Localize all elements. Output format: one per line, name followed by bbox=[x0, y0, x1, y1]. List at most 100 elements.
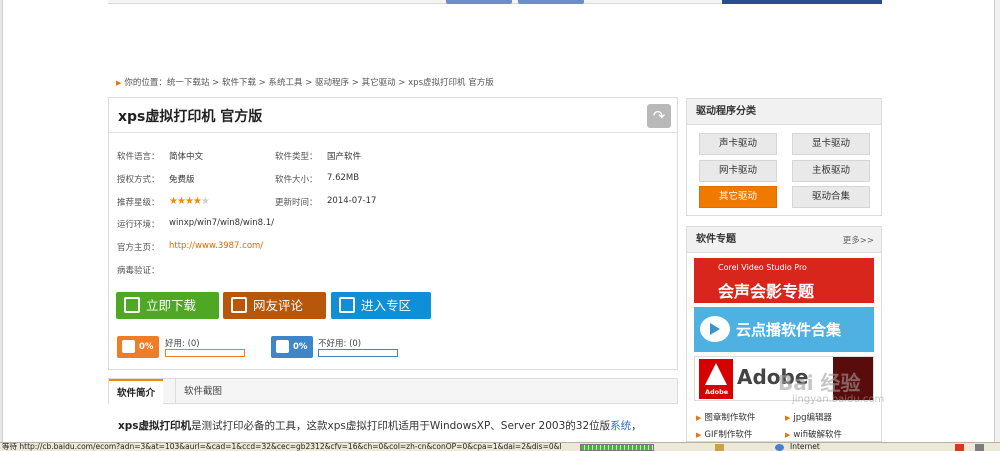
rating-stars: ★★★★★ bbox=[169, 196, 210, 207]
top-strip-button[interactable] bbox=[446, 0, 512, 4]
vote-bad-label: 不好用: (0) bbox=[318, 339, 362, 349]
corel-banner-small: Corel Video Studio Pro bbox=[718, 263, 807, 272]
star-empty-icon: ★ bbox=[200, 196, 210, 207]
breadcrumb-item[interactable]: 统一下载站 bbox=[167, 78, 210, 88]
play-icon bbox=[710, 323, 720, 335]
virus-label: 病毒验证： bbox=[117, 266, 160, 276]
globe-icon bbox=[775, 444, 784, 451]
top-strip-accent bbox=[722, 0, 882, 4]
breadcrumb-item[interactable]: 系统工具 bbox=[269, 78, 303, 88]
homepage-label: 官方主页： bbox=[117, 243, 160, 253]
watermark-sub: jingyan.baidu.com bbox=[792, 394, 885, 405]
language-value: 简体中文 bbox=[169, 152, 204, 162]
vote-good-label: 好用: (0) bbox=[165, 339, 200, 349]
status-zone: Internet bbox=[790, 442, 820, 451]
description-tail: ， bbox=[631, 420, 642, 432]
rating-label: 推荐星级： bbox=[117, 198, 160, 208]
security-icon bbox=[715, 444, 724, 451]
category-network[interactable]: 网卡驱动 bbox=[699, 160, 777, 182]
breadcrumb-current: xps虚拟打印机 官方版 bbox=[408, 78, 494, 88]
download-button[interactable]: 立即下载 bbox=[116, 292, 219, 319]
download-button-label: 立即下载 bbox=[146, 298, 197, 313]
status-text: 等待 http://cb.baidu.com/ecom?adn=3&at=103… bbox=[2, 442, 562, 451]
comment-button[interactable]: 网友评论 bbox=[223, 292, 326, 319]
browser-status-bar: 等待 http://cb.baidu.com/ecom?adn=3&at=103… bbox=[0, 442, 1000, 451]
cloud-banner[interactable]: 云点播软件合集 bbox=[694, 307, 874, 352]
title-divider bbox=[109, 132, 677, 133]
comment-icon bbox=[231, 297, 247, 313]
adobe-logo-icon: Adobe bbox=[699, 359, 733, 399]
load-progress-bar bbox=[580, 444, 654, 451]
comment-button-label: 网友评论 bbox=[253, 298, 304, 313]
category-other[interactable]: 其它驱动 bbox=[699, 186, 777, 208]
breadcrumb-item[interactable]: 驱动程序 bbox=[315, 78, 349, 88]
tab-intro[interactable]: 软件简介 bbox=[109, 379, 164, 404]
breadcrumb-prefix: 你的位置： bbox=[124, 78, 167, 88]
category-title: 驱动程序分类 bbox=[687, 99, 881, 125]
type-value: 国产软件 bbox=[327, 152, 362, 162]
tray-icon[interactable] bbox=[955, 444, 964, 451]
homepage-link[interactable]: http://www.3987.com/ bbox=[169, 241, 263, 251]
size-label: 软件大小： bbox=[275, 175, 318, 185]
license-value: 免费版 bbox=[169, 175, 195, 185]
env-value: winxp/win7/win8/win8.1/ bbox=[169, 218, 275, 228]
breadcrumb: ▶ 你的位置：统一下载站 > 软件下载 > 系统工具 > 驱动程序 > 其它驱动 … bbox=[116, 76, 494, 88]
thumbs-down-icon bbox=[276, 340, 289, 353]
category-sound[interactable]: 声卡驱动 bbox=[699, 133, 777, 155]
topic-link[interactable]: ▶ wifi破解软件 bbox=[785, 428, 842, 440]
vote-bad-pct: 0% bbox=[293, 342, 308, 352]
software-topics-box: 软件专题 更多>> Corel Video Studio Pro 会声会影专题 … bbox=[686, 226, 882, 442]
corel-banner-title: 会声会影专题 bbox=[718, 282, 815, 301]
vote-good-pct: 0% bbox=[139, 342, 154, 352]
window-left-frame bbox=[0, 0, 3, 442]
breadcrumb-sep: > bbox=[349, 78, 362, 88]
tab-screenshots[interactable]: 软件截图 bbox=[175, 379, 230, 404]
download-icon bbox=[124, 297, 140, 313]
size-value: 7.62MB bbox=[327, 173, 360, 183]
description: xps虚拟打印机是测试打印必备的工具，这款xps虚拟打印机适用于WindowsX… bbox=[118, 418, 642, 433]
category-graphics[interactable]: 显卡驱动 bbox=[792, 133, 870, 155]
enter-icon bbox=[339, 297, 355, 313]
star-filled-icon: ★ bbox=[192, 196, 202, 207]
language-label: 软件语言： bbox=[117, 152, 160, 162]
enter-zone-button[interactable]: 进入专区 bbox=[331, 292, 431, 319]
more-link[interactable]: 更多>> bbox=[843, 234, 874, 246]
breadcrumb-item[interactable]: 其它驱动 bbox=[362, 78, 396, 88]
corel-banner[interactable]: Corel Video Studio Pro 会声会影专题 bbox=[694, 258, 874, 303]
description-text: 是测试打印必备的工具，这款xps虚拟打印机适用于WindowsXP、Server… bbox=[191, 420, 611, 432]
category-collection[interactable]: 驱动合集 bbox=[792, 186, 870, 208]
breadcrumb-sep: > bbox=[395, 78, 409, 88]
breadcrumb-arrow-icon: ▶ bbox=[116, 79, 122, 87]
watermark-text: Bai 经验 bbox=[778, 371, 861, 395]
category-mainboard[interactable]: 主板驱动 bbox=[792, 160, 870, 182]
updated-value: 2014-07-17 bbox=[327, 196, 377, 206]
baidu-watermark: Bai 经验 jingyan.baidu.com bbox=[778, 367, 884, 405]
star-filled-icon: ★ bbox=[176, 196, 186, 207]
vote-good-bar bbox=[165, 349, 245, 357]
vote-bad-button[interactable]: 0% bbox=[271, 336, 313, 358]
type-label: 软件类型： bbox=[275, 152, 318, 162]
vote-bad-bar bbox=[318, 349, 398, 357]
env-label: 运行环境： bbox=[117, 220, 160, 230]
breadcrumb-item[interactable]: 软件下载 bbox=[222, 78, 256, 88]
description-link[interactable]: 系统 bbox=[610, 420, 631, 432]
share-icon[interactable]: ↷ bbox=[647, 104, 671, 128]
driver-category-box: 驱动程序分类 声卡驱动 显卡驱动 网卡驱动 主板驱动 其它驱动 驱动合集 bbox=[686, 98, 882, 216]
window-right-frame bbox=[994, 0, 1000, 442]
page-title: xps虚拟打印机 官方版 bbox=[118, 109, 263, 125]
breadcrumb-sep: > bbox=[302, 78, 316, 88]
resize-grip-icon[interactable] bbox=[975, 444, 984, 451]
updated-label: 更新时间： bbox=[275, 198, 318, 208]
vote-good-button[interactable]: 0% bbox=[117, 336, 159, 358]
top-strip-button[interactable] bbox=[518, 0, 584, 4]
software-info-panel: xps虚拟打印机 官方版 ↷ 软件语言： 简体中文 软件类型： 国产软件 授权方… bbox=[108, 97, 678, 370]
topic-link[interactable]: ▶ 图章制作软件 bbox=[696, 411, 755, 423]
detail-tabs: 软件简介 软件截图 bbox=[108, 378, 678, 404]
license-label: 授权方式： bbox=[117, 175, 160, 185]
breadcrumb-sep: > bbox=[209, 78, 222, 88]
topic-link[interactable]: ▶ GIF制作软件 bbox=[696, 428, 752, 440]
topic-link[interactable]: ▶ jpg编辑器 bbox=[785, 411, 832, 423]
star-filled-icon: ★ bbox=[184, 196, 194, 207]
description-bold: xps虚拟打印机 bbox=[118, 420, 192, 432]
breadcrumb-sep: > bbox=[255, 78, 269, 88]
